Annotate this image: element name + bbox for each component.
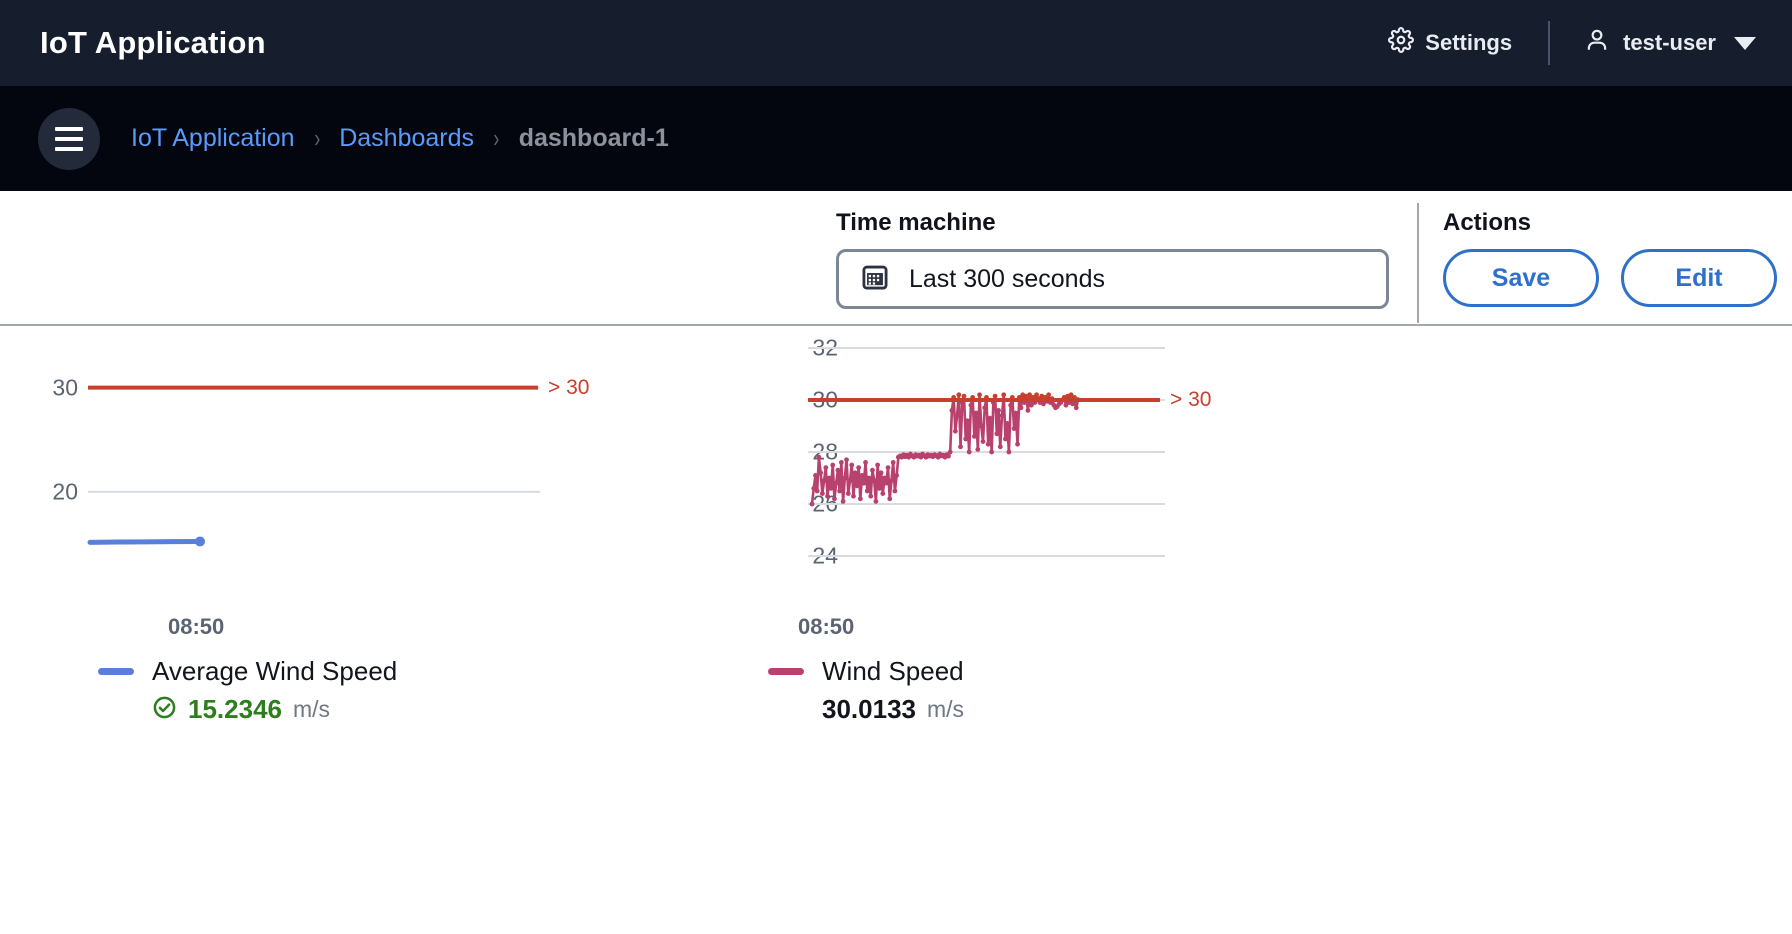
settings-button[interactable]: Settings (1388, 27, 1512, 59)
calendar-icon (861, 263, 889, 296)
legend-row-name-average: Average Wind Speed (98, 656, 397, 687)
person-icon (1584, 27, 1610, 59)
legend-unit-average: m/s (292, 696, 331, 722)
legend-unit-wind: m/s (926, 696, 965, 722)
gear-icon (1388, 27, 1415, 59)
toolbar-divider (1417, 203, 1419, 323)
breadcrumb: IoT Application › Dashboards › dashboard… (131, 123, 669, 154)
actions-label: Actions (1443, 209, 1532, 236)
check-circle-icon (152, 695, 177, 725)
threshold-label-wind: > 30 (1170, 388, 1212, 411)
hamburger-menu-icon[interactable] (38, 107, 100, 170)
threshold-label-average: > 30 (548, 375, 590, 399)
chart-plot-wind-speed[interactable]: 32 30 28 26 24 > 30 (760, 326, 1520, 616)
legend-color-swatch-average (98, 668, 134, 675)
chart-series-average-wind-speed (87, 385, 540, 547)
user-menu-button[interactable]: test-user (1584, 27, 1756, 59)
breadcrumb-separator-1: › (313, 123, 320, 153)
user-name-label: test-user (1623, 30, 1716, 55)
x-axis-tick-average: 08:50 (168, 614, 225, 639)
legend-row-value-average: 15.2346 m/s (98, 694, 397, 725)
chevron-down-icon[interactable] (1734, 36, 1756, 50)
dashboard-canvas: 30 20 > 30 08:50 Average Wind Speed 15.23… (0, 326, 1792, 934)
time-machine-group: Time machine Last 300 seconds (836, 209, 1389, 309)
menu-bar-3 (55, 146, 83, 151)
legend-series-name-wind: Wind Speed (822, 656, 964, 686)
x-axis-tick-wind: 08:50 (798, 614, 855, 639)
widget-average-wind-speed[interactable]: 30 20 > 30 08:50 Average Wind Speed 15.23… (0, 326, 760, 724)
legend-row-value-wind: 30.0133 m/s (768, 694, 964, 725)
breadcrumb-item-current: dashboard-1 (518, 124, 669, 152)
time-range-value: Last 300 seconds (909, 264, 1105, 293)
legend-row-name-wind: Wind Speed (768, 656, 964, 687)
chart-legend-average-wind-speed: Average Wind Speed 15.2346 m/s (98, 656, 397, 725)
time-machine-label: Time machine (836, 209, 996, 236)
dashboard-toolbar: Time machine Last 300 seconds Actions Sa… (0, 191, 1792, 326)
menu-bar-2 (55, 136, 83, 141)
app-header: IoT Application Settings test-user (0, 0, 1792, 86)
breadcrumb-bar: IoT Application › Dashboards › dashboard… (0, 86, 1792, 191)
edit-button[interactable]: Edit (1621, 249, 1777, 307)
breadcrumb-item-dashboards[interactable]: Dashboards (339, 124, 474, 153)
legend-series-name-average: Average Wind Speed (152, 656, 398, 686)
chart-legend-wind-speed: Wind Speed 30.0133 m/s (768, 656, 964, 725)
app-title: IoT Application (40, 25, 266, 60)
time-range-select[interactable]: Last 300 seconds (836, 249, 1389, 309)
legend-color-swatch-wind (768, 668, 804, 675)
header-actions: Settings test-user (1388, 21, 1756, 65)
breadcrumb-item-root[interactable]: IoT Application (131, 124, 295, 153)
settings-label: Settings (1425, 30, 1513, 55)
actions-group: Actions Save Edit (1443, 209, 1777, 307)
chart-series-wind-speed (808, 347, 1165, 557)
menu-bar-1 (55, 126, 83, 131)
save-button[interactable]: Save (1443, 249, 1599, 307)
breadcrumb-separator-2: › (493, 123, 500, 153)
header-divider (1548, 21, 1551, 65)
actions-row: Save Edit (1443, 249, 1777, 307)
legend-value-wind: 30.0133 (822, 694, 916, 724)
chart-plot-average-wind-speed[interactable]: 30 20 > 30 (0, 326, 760, 616)
legend-value-average: 15.2346 (188, 694, 282, 724)
widget-wind-speed[interactable]: 32 30 28 26 24 > 30 08:50 Wind Speed 30.0133… (760, 326, 1520, 724)
